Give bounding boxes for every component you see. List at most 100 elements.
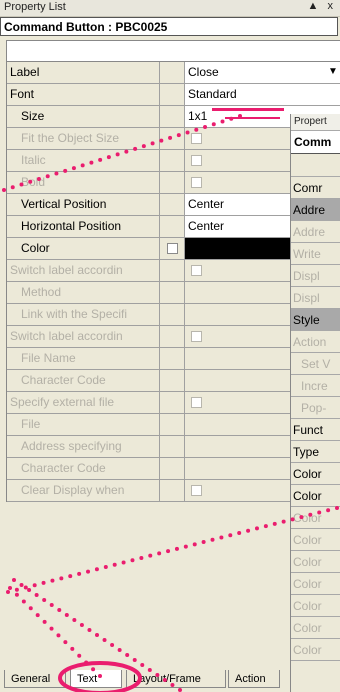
annotation-dot bbox=[91, 667, 96, 672]
annotation-dot bbox=[77, 571, 82, 576]
annotation-dot bbox=[59, 576, 64, 581]
annotation-dot bbox=[63, 640, 68, 645]
annotation-dot bbox=[132, 658, 137, 662]
annotation-dot bbox=[124, 149, 129, 154]
annotation-dot bbox=[115, 152, 120, 157]
annotation-dot bbox=[203, 124, 208, 129]
annotation-dot bbox=[174, 546, 179, 551]
annotation-dot bbox=[139, 555, 144, 560]
annotation-dot bbox=[228, 533, 233, 538]
annotation-dot bbox=[192, 542, 197, 547]
annotation-dot bbox=[211, 122, 216, 127]
annotation-dot bbox=[71, 166, 76, 171]
annotation-dot bbox=[42, 598, 47, 602]
annotation-dot bbox=[32, 583, 37, 588]
annotation-dot bbox=[308, 512, 313, 517]
annotation-dot bbox=[57, 608, 62, 612]
annotation-dot bbox=[14, 592, 19, 597]
annotation-dot bbox=[2, 188, 6, 192]
annotation-dot bbox=[254, 526, 259, 531]
annotation-dot bbox=[77, 653, 82, 658]
annotation-dot bbox=[290, 517, 295, 522]
annotation-dot bbox=[89, 160, 94, 165]
annotation-dot bbox=[10, 185, 15, 190]
annotation-dot bbox=[194, 127, 199, 132]
annotation-dot bbox=[70, 646, 75, 651]
annotation-dot bbox=[176, 133, 181, 138]
annotation-dot bbox=[68, 574, 73, 579]
annotation-dot bbox=[147, 668, 152, 672]
annotation-dot bbox=[121, 560, 126, 565]
annotation-dot bbox=[42, 619, 47, 624]
annotation-dot bbox=[28, 606, 33, 611]
annotation-dot bbox=[183, 544, 188, 549]
annotation-dot bbox=[36, 177, 41, 182]
annotation-dot bbox=[168, 135, 173, 140]
annotation-dot bbox=[112, 562, 117, 567]
annotation-dot bbox=[272, 521, 277, 526]
annotation-dot bbox=[130, 558, 135, 563]
annotation-dot bbox=[50, 578, 55, 583]
annotation-dot bbox=[14, 587, 19, 592]
annotation-dot bbox=[98, 674, 102, 678]
annotation-dot bbox=[237, 530, 242, 535]
annotation-dot bbox=[150, 141, 155, 146]
annotation-dot bbox=[56, 633, 61, 638]
annotation-dot bbox=[326, 508, 331, 513]
annotation-dot bbox=[23, 585, 28, 590]
annotation-dot bbox=[220, 119, 225, 124]
annotation-dot bbox=[54, 171, 59, 176]
annotation-dot bbox=[263, 524, 268, 529]
annotation-dot bbox=[246, 528, 251, 533]
annotation-dot bbox=[117, 648, 122, 652]
annotation-dot bbox=[125, 653, 130, 657]
annotation-dot bbox=[34, 593, 39, 597]
annotation-dot bbox=[155, 673, 160, 677]
annotation-dot bbox=[201, 540, 206, 545]
annotation-overlay bbox=[2, 114, 339, 692]
annotation-dot bbox=[80, 163, 85, 168]
annotation-dot bbox=[238, 114, 242, 118]
annotation-dot bbox=[178, 688, 182, 692]
annotation-dot bbox=[133, 146, 138, 151]
annotation-dot bbox=[19, 583, 24, 587]
annotation-dot bbox=[141, 144, 146, 149]
annotation-dot bbox=[35, 613, 40, 618]
annotation-dot bbox=[157, 551, 162, 556]
annotation-dot bbox=[72, 618, 77, 622]
annotation-dot bbox=[98, 157, 103, 162]
annotation-dot bbox=[63, 168, 68, 173]
annotation-dot bbox=[28, 179, 33, 184]
annotation-dot bbox=[6, 590, 10, 594]
annotation-dot bbox=[49, 603, 54, 607]
annotation-dot bbox=[21, 599, 26, 604]
annotation-dot bbox=[79, 623, 84, 627]
annotation-dot bbox=[166, 549, 171, 554]
annotation-dot bbox=[317, 510, 322, 515]
annotation-dot bbox=[49, 626, 54, 631]
annotation-dot bbox=[335, 506, 339, 510]
annotation-dot bbox=[185, 130, 190, 135]
annotation-dot bbox=[140, 663, 145, 667]
annotation-dot bbox=[162, 678, 167, 682]
annotation-dot bbox=[95, 633, 99, 637]
annotation-dot bbox=[8, 586, 12, 590]
annotation-dot bbox=[102, 638, 107, 642]
annotation-dot bbox=[86, 569, 91, 574]
annotation-dot bbox=[281, 519, 286, 524]
annotation-dot bbox=[110, 643, 115, 647]
annotation-dot bbox=[210, 537, 215, 542]
annotation-dot bbox=[64, 613, 69, 617]
annotation-dot bbox=[159, 138, 164, 143]
property-list-window: Property List ▲ x Command Button : PBC00… bbox=[0, 0, 340, 692]
annotation-dot bbox=[299, 515, 304, 520]
annotation-dot bbox=[103, 565, 108, 570]
annotation-dot bbox=[27, 588, 32, 592]
annotation-dot bbox=[12, 578, 16, 582]
annotation-dot bbox=[94, 567, 99, 572]
annotation-dot bbox=[45, 174, 50, 179]
annotation-dot bbox=[106, 155, 111, 160]
annotation-dot bbox=[219, 535, 224, 540]
annotation-dot bbox=[229, 116, 234, 121]
annotation-dot bbox=[41, 580, 46, 585]
